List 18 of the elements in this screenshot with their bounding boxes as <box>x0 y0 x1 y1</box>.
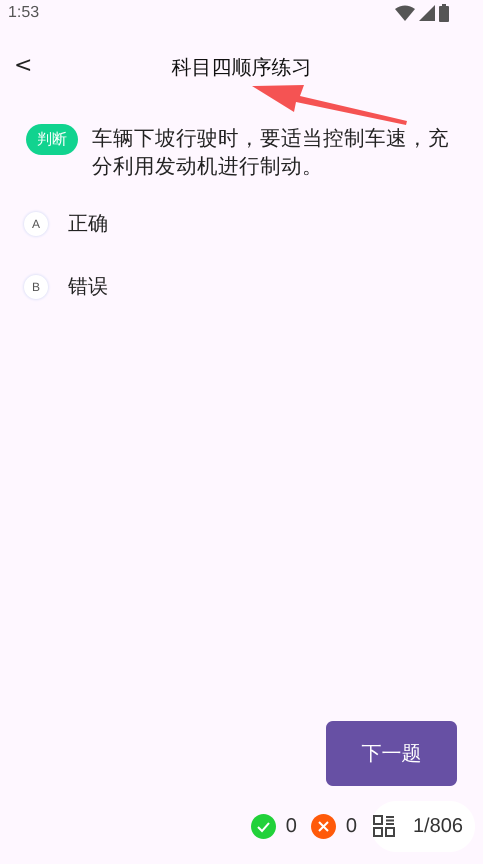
wrong-count: 0 <box>346 814 357 838</box>
next-question-button[interactable]: 下一题 <box>326 721 457 786</box>
question-type-badge: 判断 <box>26 124 78 155</box>
page-title: 科目四顺序练习 <box>172 54 312 80</box>
correct-icon <box>250 814 276 838</box>
option-text[interactable]: 错误 <box>68 273 108 300</box>
answer-sheet-icon <box>372 815 395 837</box>
option-letter[interactable]: B <box>24 274 48 298</box>
question-text: 车辆下坡行驶时，要适当控制车速，充分利用发动机进行制动。 <box>92 125 450 180</box>
back-button[interactable]: < <box>10 53 36 78</box>
signal-icon <box>419 5 435 21</box>
wifi-icon <box>395 5 415 21</box>
option-letter[interactable]: A <box>24 212 48 236</box>
option-text[interactable]: 正确 <box>68 210 108 237</box>
wrong-icon <box>310 814 336 838</box>
correct-count: 0 <box>286 814 297 838</box>
battery-icon <box>439 4 449 22</box>
status-time: 1:53 <box>8 4 40 22</box>
